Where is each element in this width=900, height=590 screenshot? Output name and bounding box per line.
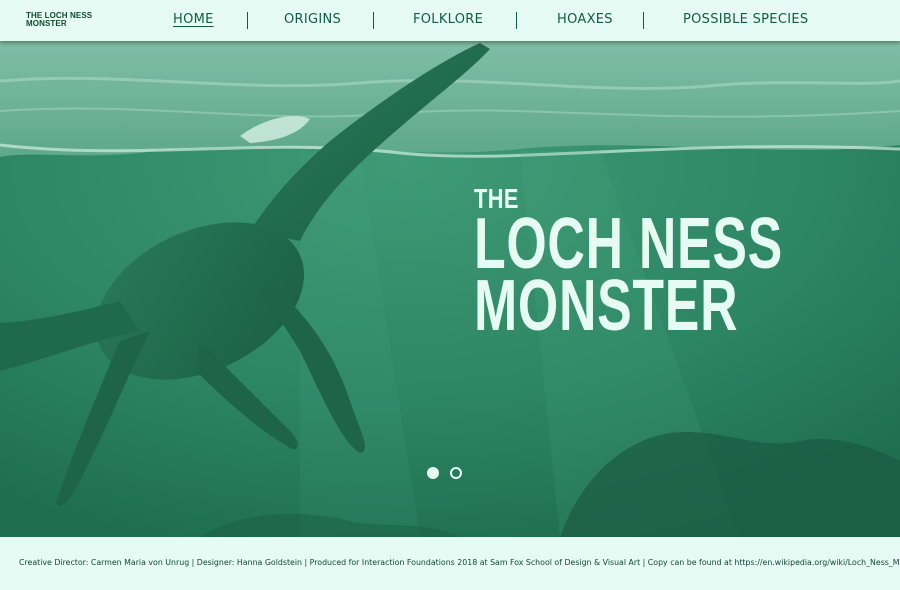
carousel-dot-2[interactable]	[450, 467, 462, 479]
hero-title-monster: MONSTER	[474, 266, 739, 346]
nav-divider	[516, 12, 517, 29]
footer: Creative Director: Carmen Maria von Unru…	[0, 537, 900, 590]
nav-possible-species[interactable]: POSSIBLE SPECIES	[683, 12, 808, 27]
hero-banner: THE LOCH NESS MONSTER	[0, 41, 900, 537]
nav-origins[interactable]: ORIGINS	[284, 12, 341, 27]
top-nav: THE LOCH NESS MONSTER HOME ORIGINS FOLKL…	[0, 0, 900, 41]
nav-folklore[interactable]: FOLKLORE	[413, 12, 483, 27]
footer-credits: Creative Director: Carmen Maria von Unru…	[19, 558, 900, 567]
nav-divider	[373, 12, 374, 29]
site-logo[interactable]: THE LOCH NESS MONSTER	[26, 12, 96, 28]
hero-title: THE LOCH NESS MONSTER	[474, 185, 900, 346]
logo-line-2: MONSTER	[26, 19, 67, 28]
nav-home[interactable]: HOME	[173, 12, 214, 27]
nav-divider	[247, 12, 248, 29]
water-surface	[0, 41, 900, 157]
nav-divider	[643, 12, 644, 29]
nav-hoaxes[interactable]: HOAXES	[557, 12, 613, 27]
carousel-dot-1[interactable]	[427, 467, 439, 479]
